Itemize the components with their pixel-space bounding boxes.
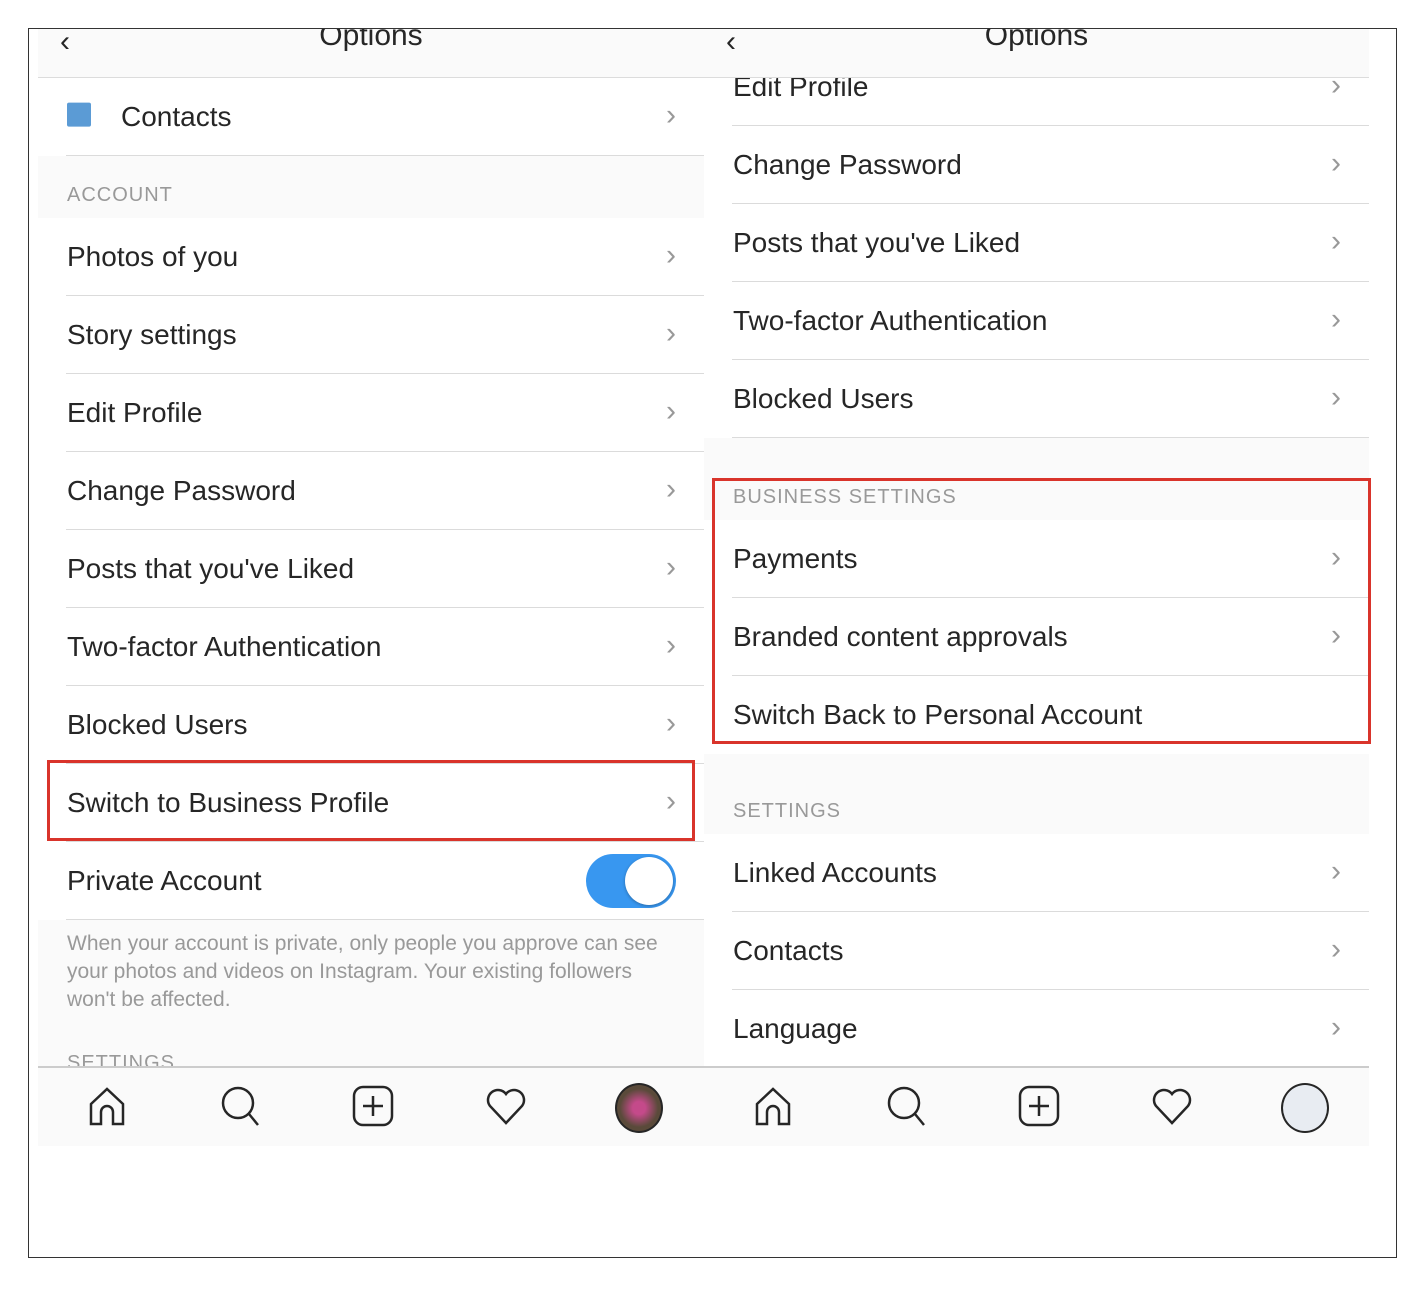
row-label: Edit Profile	[67, 397, 203, 428]
chevron-right-icon: ›	[666, 550, 676, 584]
section-header-account: ACCOUNT	[67, 184, 173, 206]
chevron-right-icon: ›	[666, 472, 676, 506]
home-tab[interactable]	[83, 1084, 131, 1132]
row-label: Change Password	[733, 149, 962, 180]
profile-avatar	[1281, 1083, 1329, 1133]
settings-row-two-factor-authentication[interactable]: Two-factor Authentication ›	[38, 608, 704, 686]
settings-row-posts-that-you-ve-liked[interactable]: Posts that you've Liked ›	[38, 530, 704, 608]
row-label: Posts that you've Liked	[733, 227, 1021, 258]
profile-avatar	[615, 1083, 663, 1133]
row-label: Blocked Users	[67, 709, 248, 740]
row-label: Change Password	[67, 475, 296, 506]
private-account-toggle[interactable]	[586, 854, 676, 908]
search-tab[interactable]	[882, 1084, 930, 1132]
highlight-switch-to-business	[47, 760, 695, 841]
activity-heart-tab[interactable]	[482, 1084, 530, 1132]
chevron-right-icon: ›	[1331, 224, 1341, 258]
row-label: Language	[733, 1013, 858, 1044]
bottom-tab-bar	[704, 1066, 1369, 1146]
home-icon	[85, 1084, 129, 1133]
new-post-tab[interactable]	[349, 1084, 397, 1132]
settings-row-contacts[interactable]: Contacts ›	[704, 912, 1369, 990]
row-divider	[66, 155, 704, 156]
new-post-tab[interactable]	[1015, 1084, 1063, 1132]
nav-header: Options ‹	[704, 29, 1369, 78]
row-label: Private Account	[67, 865, 262, 896]
chevron-right-icon: ›	[666, 238, 676, 272]
new-post-icon	[1017, 1084, 1061, 1133]
settings-row-blocked-users[interactable]: Blocked Users ›	[38, 686, 704, 764]
settings-row-blocked-users[interactable]: Blocked Users ›	[704, 360, 1369, 438]
activity-heart-tab[interactable]	[1148, 1084, 1196, 1132]
chevron-right-icon: ›	[666, 394, 676, 428]
search-tab[interactable]	[216, 1084, 264, 1132]
page-title: Options	[984, 29, 1089, 52]
settings-row-edit-profile[interactable]: Edit Profile ›	[38, 374, 704, 452]
row-divider	[732, 437, 1369, 438]
chevron-right-icon: ›	[666, 628, 676, 662]
back-button[interactable]: ‹	[60, 29, 70, 59]
highlight-business-settings	[712, 478, 1371, 744]
chevron-right-icon: ›	[666, 706, 676, 740]
row-label: Linked Accounts	[733, 857, 937, 888]
chevron-right-icon: ›	[666, 98, 676, 132]
activity-heart-icon	[484, 1084, 528, 1133]
settings-row-language[interactable]: Language ›	[704, 990, 1369, 1068]
settings-row-two-factor-authentication[interactable]: Two-factor Authentication ›	[704, 282, 1369, 360]
toggle-knob	[625, 857, 673, 905]
row-label: Photos of you	[67, 241, 239, 272]
search-icon	[218, 1084, 262, 1133]
home-icon	[751, 1084, 795, 1133]
row-label: Contacts	[121, 101, 232, 132]
chevron-right-icon: ›	[666, 316, 676, 350]
home-tab[interactable]	[749, 1084, 797, 1132]
row-label: Story settings	[67, 319, 237, 350]
settings-row-posts-that-you-ve-liked[interactable]: Posts that you've Liked ›	[704, 204, 1369, 282]
profile-avatar[interactable]	[615, 1083, 663, 1133]
page-title: Options	[319, 29, 423, 52]
left-options-screen: Options ‹ Contacts › ACCOUNT Photos of you › St…	[38, 29, 704, 1146]
chevron-right-icon: ›	[1331, 854, 1341, 888]
search-icon	[884, 1084, 928, 1133]
settings-row-photos-of-you[interactable]: Photos of you ›	[38, 218, 704, 296]
settings-row-linked-accounts[interactable]: Linked Accounts ›	[704, 834, 1369, 912]
chevron-right-icon: ›	[1331, 146, 1341, 180]
back-button[interactable]: ‹	[726, 29, 736, 59]
row-label: Contacts	[733, 935, 844, 966]
settings-row-change-password[interactable]: Change Password ›	[704, 126, 1369, 204]
settings-row-contacts[interactable]: Contacts ›	[38, 78, 704, 156]
chevron-right-icon: ›	[1331, 1010, 1341, 1044]
chevron-right-icon: ›	[1331, 932, 1341, 966]
settings-row-private-account[interactable]: Private Account	[38, 842, 704, 920]
new-post-icon	[351, 1084, 395, 1133]
chevron-right-icon: ›	[1331, 302, 1341, 336]
bottom-tab-bar	[38, 1066, 704, 1146]
activity-heart-icon	[1150, 1084, 1194, 1133]
profile-avatar[interactable]	[1281, 1083, 1329, 1133]
nav-header: Options ‹	[38, 29, 704, 78]
row-divider	[66, 919, 704, 920]
contacts-icon	[67, 102, 91, 127]
row-label: Two-factor Authentication	[67, 631, 382, 662]
settings-row-change-password[interactable]: Change Password ›	[38, 452, 704, 530]
section-header-settings: SETTINGS	[733, 800, 842, 822]
row-label: Blocked Users	[733, 383, 914, 414]
private-account-description: When your account is private, only peopl…	[67, 932, 658, 1011]
settings-row-story-settings[interactable]: Story settings ›	[38, 296, 704, 374]
row-label: Posts that you've Liked	[67, 553, 355, 584]
chevron-right-icon: ›	[1331, 380, 1341, 414]
row-label: Two-factor Authentication	[733, 305, 1048, 336]
